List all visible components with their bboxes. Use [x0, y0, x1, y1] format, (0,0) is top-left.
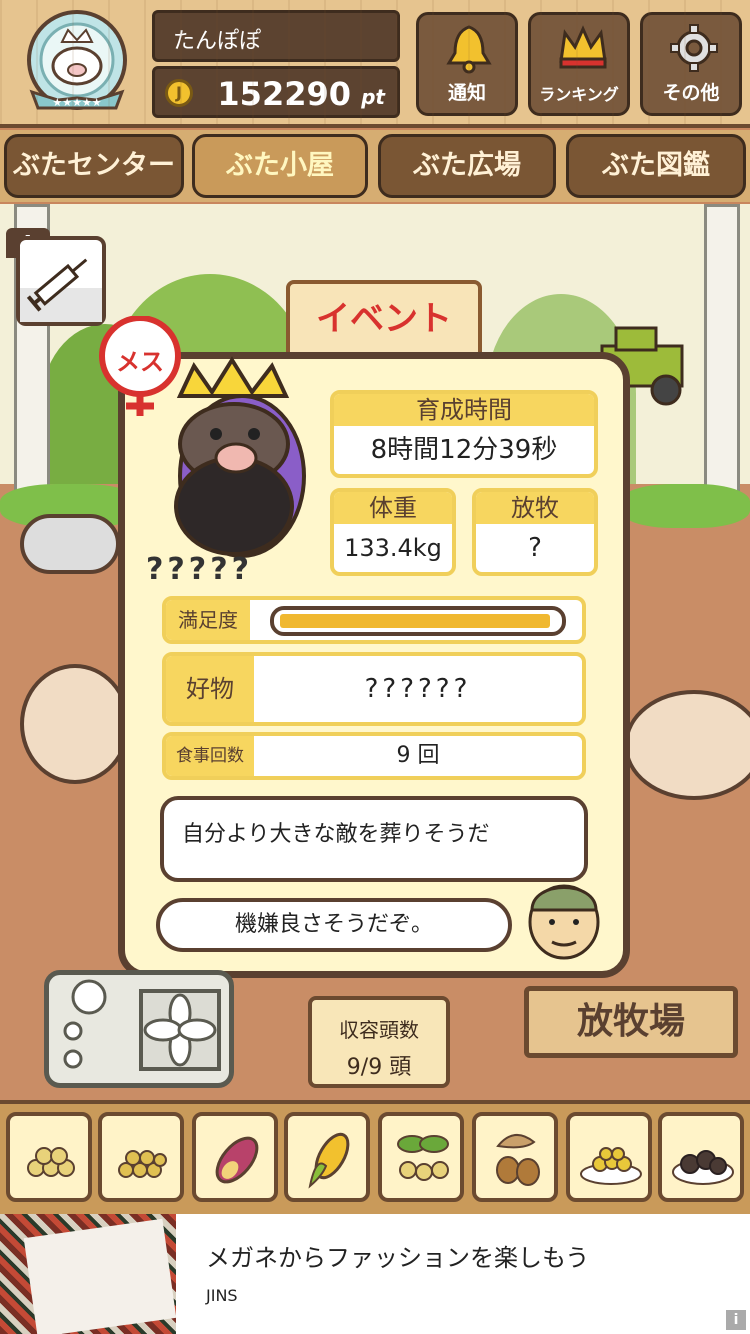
meal-count-label: 食事回数: [166, 736, 254, 776]
weight-card: 体重 133.4kg: [330, 488, 456, 576]
meal-count-value: 9 回: [396, 743, 440, 768]
tab-pig-center[interactable]: ぶたセンター: [4, 134, 184, 198]
coin-icon: J: [165, 79, 193, 107]
main-nav-tabs: ぶたセンター ぶた小屋 ぶた広場 ぶた図鑑: [0, 130, 750, 202]
points-display: J 152290 pt: [152, 66, 400, 118]
mixed-grain-icon: [118, 1150, 167, 1178]
points-value: 152290: [217, 75, 351, 113]
food-slot-soybeans[interactable]: [6, 1112, 92, 1202]
food-slot-grain-plate[interactable]: [566, 1112, 652, 1202]
capacity-label: 収容頭数: [339, 1018, 419, 1042]
crown-icon: [559, 25, 607, 69]
weight-label: 体重: [334, 492, 452, 524]
clover-bush: [620, 484, 750, 528]
bell-icon: [446, 25, 492, 74]
soybeans-icon: [27, 1147, 75, 1177]
grazing-card: 放牧 ?: [472, 488, 598, 576]
ad-banner[interactable]: メガネからファッションを楽しもう JINS i: [0, 1214, 750, 1334]
settings-button[interactable]: その他: [640, 12, 742, 116]
ad-image[interactable]: [0, 1214, 176, 1334]
corn-icon: [308, 1132, 350, 1189]
food-slot-acorn[interactable]: [472, 1112, 558, 1202]
meal-count-row: 食事回数 9 回: [162, 732, 586, 780]
grain-plate-icon: [580, 1147, 642, 1185]
tab-pig-encyclopedia[interactable]: ぶた図鑑: [566, 134, 746, 198]
event-sign-label: イベント: [316, 299, 452, 339]
pig-name: ?????: [146, 552, 254, 587]
settings-label: その他: [662, 82, 720, 104]
favorite-food-label: 好物: [166, 656, 254, 722]
tab-pig-plaza[interactable]: ぶた広場: [378, 134, 556, 198]
sweet-potato-icon: [215, 1136, 259, 1184]
food-slot-corn[interactable]: [284, 1112, 370, 1202]
raising-time-label: 育成時間: [334, 394, 594, 426]
grazing-label: 放牧: [476, 492, 594, 524]
farmer-face-icon: [528, 884, 600, 960]
ad-info-icon[interactable]: i: [726, 1310, 746, 1330]
food-slot-truffle-plate[interactable]: [658, 1112, 744, 1202]
food-slot-leafy-beans[interactable]: [378, 1112, 464, 1202]
pig-mood-bubble: 機嫌良さそうだぞ。: [156, 898, 512, 952]
syringe-icon: [20, 258, 102, 322]
capacity-sign: 収容頭数 9/9 頭: [308, 996, 450, 1088]
ad-sponsor: JINS: [206, 1286, 238, 1305]
tab-pig-barn[interactable]: ぶた小屋: [192, 134, 368, 198]
fence-post: [704, 204, 740, 504]
acorn-icon: [496, 1134, 540, 1186]
pig-portrait-icon: [174, 356, 306, 558]
ranking-label: ランキング: [539, 85, 619, 104]
raising-time-value: 8時間12分39秒: [370, 435, 558, 465]
notification-label: 通知: [447, 82, 486, 104]
satisfaction-label: 満足度: [166, 600, 250, 640]
favorite-food-row: 好物 ??????: [162, 652, 586, 726]
grazing-field-button[interactable]: 放牧場: [524, 986, 738, 1058]
player-name: たんぽぽ: [152, 10, 400, 62]
grazing-value: ?: [528, 533, 542, 563]
ad-title[interactable]: メガネからファッションを楽しもう: [206, 1238, 589, 1273]
raising-time-card: 育成時間 8時間12分39秒: [330, 390, 598, 478]
food-bowl[interactable]: [20, 514, 120, 574]
syringe-item-button[interactable]: [16, 236, 106, 326]
satisfaction-bar-fill: [280, 614, 550, 628]
truffle-plate-icon: [672, 1150, 734, 1185]
player-rank-emblem-icon[interactable]: ★★★★★: [18, 8, 136, 118]
points-unit: pt: [361, 85, 385, 109]
fan-icon: [63, 979, 221, 1071]
notification-button[interactable]: 通知: [416, 12, 518, 116]
leafy-beans-icon: [397, 1135, 449, 1181]
ranking-button[interactable]: ランキング: [528, 12, 630, 116]
food-slot-sweet-potato[interactable]: [192, 1112, 278, 1202]
food-selection-bar: [0, 1100, 750, 1214]
top-header: ★★★★★ たんぽぽ J 152290 pt 通知 ランキング その他: [0, 0, 750, 128]
gear-icon: [670, 24, 718, 72]
weight-value: 133.4kg: [344, 534, 442, 562]
svg-text:★★★★★: ★★★★★: [52, 96, 101, 109]
pig-character[interactable]: [20, 664, 130, 784]
satisfaction-row: 満足度: [162, 596, 586, 644]
satisfaction-bar: [270, 606, 566, 636]
food-slot-mixed-grain[interactable]: [98, 1112, 184, 1202]
ventilation-fan-panel[interactable]: [44, 970, 234, 1088]
favorite-food-value: ??????: [364, 674, 472, 704]
capacity-value: 9/9 頭: [346, 1055, 412, 1080]
